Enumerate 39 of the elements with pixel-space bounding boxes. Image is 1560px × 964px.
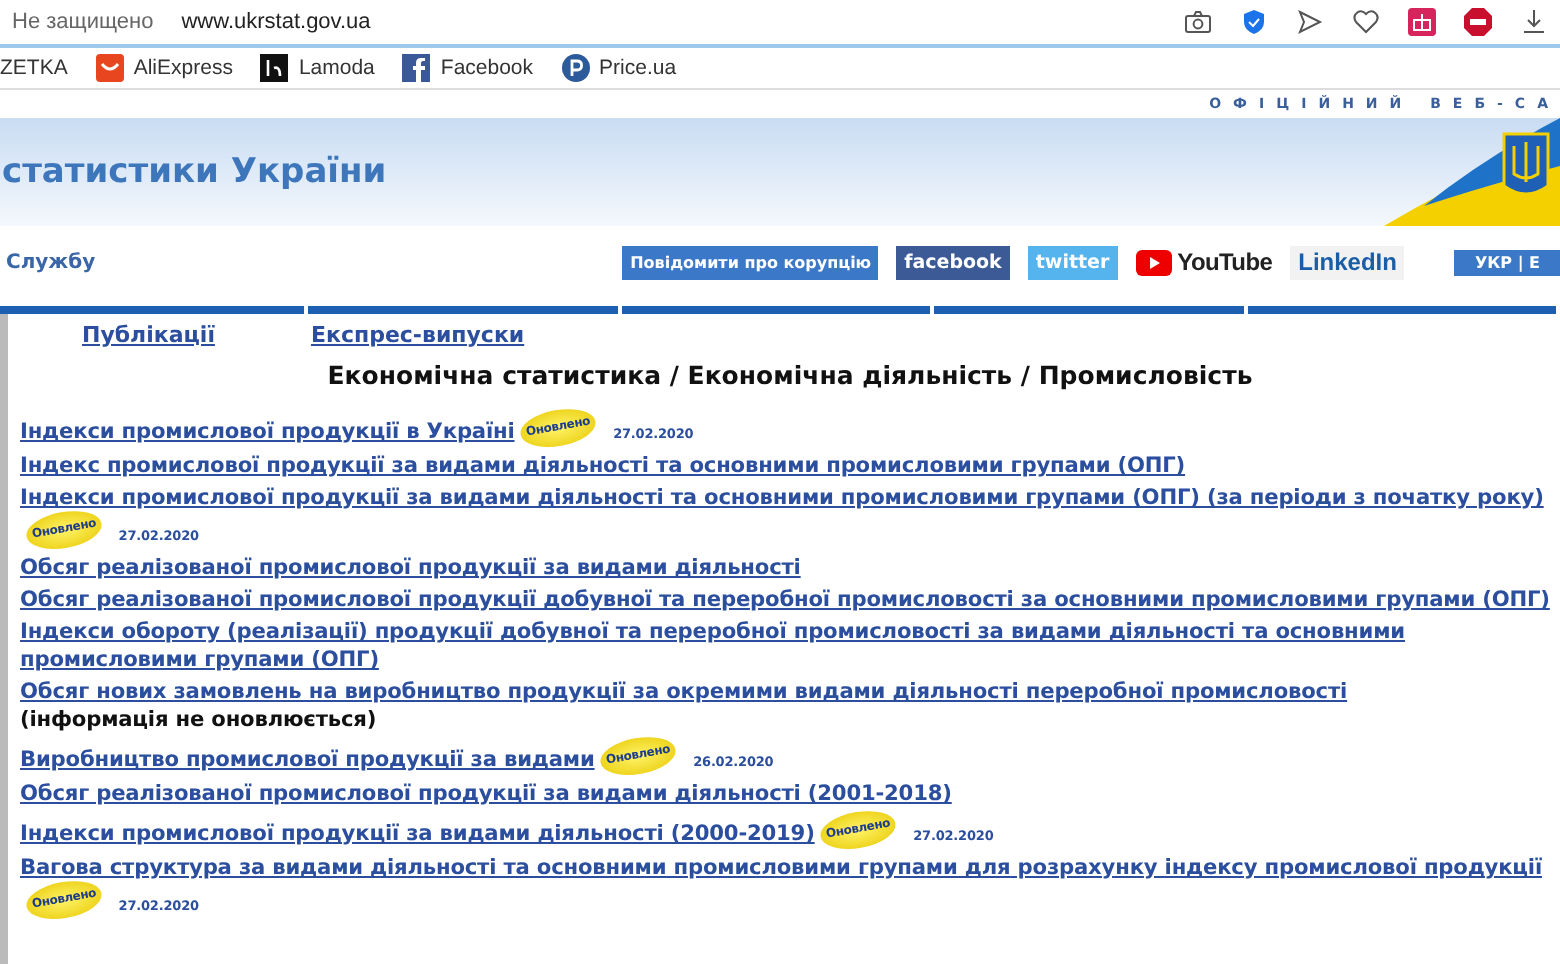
bookmark[interactable]: AliExpress	[133, 56, 233, 80]
address-field[interactable]: www.ukrstat.gov.ua	[181, 10, 1156, 34]
publication-link[interactable]: Обсяг нових замовлень на виробництво продукції за окремими видами діяльності переробної промисловості	[20, 678, 1348, 706]
bag-icon	[95, 54, 124, 82]
publication-link[interactable]: Обсяг реалізованої промислової продукції за видами діяльності	[20, 554, 801, 582]
bookmark[interactable]: Lamoda	[298, 56, 375, 80]
note-text: (інформація не оновлюється)	[20, 706, 377, 734]
publication-link[interactable]: Обсяг реалізованої промислової продукції за видами діяльності (2001-2018)	[20, 780, 952, 808]
camera-icon[interactable]	[1184, 8, 1212, 36]
send-icon[interactable]	[1296, 8, 1324, 36]
heart-icon[interactable]	[1352, 8, 1380, 36]
facebook-button[interactable]: facebook	[896, 245, 1010, 279]
security-label: Не защищено	[12, 10, 154, 34]
download-icon[interactable]	[1520, 8, 1548, 36]
la-logo-icon	[260, 54, 289, 82]
publication-link[interactable]: Виробництво промислової продукції за видами	[20, 746, 595, 774]
publication-link[interactable]: Індекси обороту (реалізації) продукції добувної та переробної промисловості за видами діяльності та основними промисловими групами (ОПГ)	[20, 618, 1560, 674]
report-corruption-button[interactable]: Повідомити про корупцію	[622, 245, 879, 279]
site-title: статистики України	[2, 152, 387, 192]
play-icon	[1135, 249, 1172, 275]
gift-icon[interactable]	[1408, 8, 1436, 36]
section-tab[interactable]: Публікації	[82, 322, 215, 348]
service-link[interactable]: Службу	[6, 251, 96, 273]
section-tab[interactable]: Експрес-випуски	[310, 322, 525, 348]
publication-link[interactable]: Індекс промислової продукції за видами діяльності та основними промисловими групами (ОПГ)	[20, 452, 1186, 480]
page-title: Економічна статистика / Економічна діяльність / Промисловість	[325, 360, 1255, 390]
linkedin-button[interactable]: LinkedIn	[1290, 245, 1405, 279]
publication-link[interactable]: Індекси промислової продукції в Україні	[20, 418, 515, 446]
bookmark[interactable]: Facebook	[440, 56, 534, 80]
bookmark[interactable]: Price.ua	[599, 56, 677, 80]
youtube-button[interactable]: YouTube	[1135, 245, 1273, 279]
bookmark[interactable]: ZETKA	[0, 56, 68, 80]
p-logo-icon	[561, 54, 590, 82]
adblock-icon[interactable]	[1464, 8, 1492, 36]
f-logo-icon	[402, 54, 431, 82]
publication-link[interactable]: Обсяг реалізованої промислової продукції добувної та переробної промисловості за основними промисловими групами (ОПГ)	[20, 586, 1550, 614]
language-switch[interactable]: УКР | Е	[1454, 249, 1560, 275]
publication-link[interactable]: Індекси промислової продукції за видами діяльності (2000-2019)	[20, 820, 815, 848]
shield-icon[interactable]	[1240, 8, 1268, 36]
